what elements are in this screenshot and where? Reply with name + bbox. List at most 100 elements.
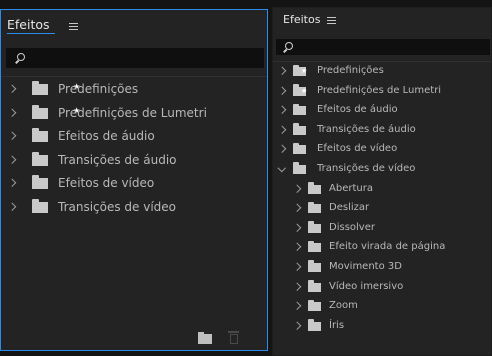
star-icon: ★ bbox=[301, 67, 308, 75]
chevron-right-icon[interactable] bbox=[292, 262, 301, 271]
tree-item-label: Predefinições bbox=[58, 82, 139, 96]
chevron-right-icon[interactable] bbox=[7, 132, 16, 140]
preset-folder-icon: ★ bbox=[32, 104, 80, 119]
chevron-right-icon[interactable] bbox=[277, 66, 286, 75]
tree-item[interactable]: ★ Predefinições bbox=[273, 62, 491, 82]
panel-menu-icon[interactable] bbox=[69, 23, 78, 30]
search-input[interactable] bbox=[6, 48, 264, 68]
tree-item[interactable]: Transições de vídeo bbox=[273, 160, 491, 180]
folder-icon bbox=[293, 123, 306, 135]
preset-folder-icon: ★ bbox=[293, 84, 308, 96]
effects-panel-left: Efeitos ★ Predefinições ★ Predefinições … bbox=[0, 9, 268, 351]
chevron-right-icon[interactable] bbox=[292, 204, 301, 212]
tree-item[interactable]: Efeitos de áudio bbox=[273, 101, 491, 121]
tree-item-efeitos-audio[interactable]: Efeitos de áudio bbox=[1, 125, 267, 149]
folder-icon bbox=[308, 221, 321, 233]
tree-item[interactable]: Vídeo imersivo bbox=[273, 278, 491, 298]
tree-item-label: Transições de áudio bbox=[58, 152, 177, 167]
tree-item-label: Abertura bbox=[329, 182, 373, 194]
chevron-right-icon[interactable] bbox=[292, 243, 301, 251]
panel-menu-icon[interactable] bbox=[327, 17, 336, 24]
tree-item-label: Predefinições de Lumetri bbox=[317, 84, 442, 96]
folder-icon bbox=[308, 299, 321, 312]
folder-icon bbox=[32, 175, 48, 190]
effects-panel-right: Efeitos ★ Predefinições ★ Predefinições de … bbox=[272, 7, 492, 356]
tree-item-label: Predefinições de Lumetri bbox=[58, 105, 207, 120]
tree-item-label: Deslizar bbox=[329, 202, 370, 214]
tree-item-label: Vídeo imersivo bbox=[329, 280, 404, 292]
effects-tree: ★ Predefinições ★ Predefinições de Lumet… bbox=[1, 78, 267, 220]
chevron-right-icon[interactable] bbox=[7, 155, 16, 164]
panel-header: Efeitos bbox=[1, 10, 267, 40]
tree-item[interactable]: Transições de áudio bbox=[273, 121, 491, 141]
tree-item-label: Transições de vídeo bbox=[58, 199, 177, 214]
tree-item[interactable]: ★ Predefinições de Lumetri bbox=[273, 82, 491, 102]
tree-item[interactable]: Zoom bbox=[273, 297, 491, 317]
tree-item-label: Efeito virada de página bbox=[329, 241, 446, 253]
folder-icon bbox=[308, 240, 321, 253]
tree-item-predefinicoes[interactable]: ★ Predefinições bbox=[1, 78, 267, 102]
tree-item-label: Efeitos de áudio bbox=[58, 129, 155, 144]
tree-item-label: Transições de áudio bbox=[317, 123, 416, 135]
tree-item-transicoes-audio[interactable]: Transições de áudio bbox=[1, 149, 267, 173]
new-bin-icon[interactable] bbox=[198, 331, 212, 344]
chevron-down-icon[interactable] bbox=[277, 163, 286, 172]
preset-folder-icon: ★ bbox=[293, 64, 308, 76]
folder-icon bbox=[308, 201, 321, 214]
folder-icon bbox=[32, 198, 48, 213]
tree-item-label: Efeitos de áudio bbox=[317, 104, 398, 116]
tree-item[interactable]: Deslizar bbox=[273, 199, 491, 219]
tree-item[interactable]: Íris bbox=[273, 317, 491, 337]
tree-item-label: Efeitos de vídeo bbox=[317, 143, 398, 155]
effects-tree: ★ Predefinições ★ Predefinições de Lumetri E… bbox=[273, 62, 491, 336]
chevron-right-icon[interactable] bbox=[7, 202, 16, 211]
chevron-right-icon[interactable] bbox=[292, 282, 301, 291]
search-icon bbox=[17, 53, 25, 61]
chevron-right-icon[interactable] bbox=[7, 108, 16, 117]
tree-item[interactable]: Efeitos de vídeo bbox=[273, 140, 491, 160]
chevron-right-icon[interactable] bbox=[277, 106, 286, 114]
chevron-right-icon[interactable] bbox=[7, 84, 16, 93]
tree-item-label: Predefinições bbox=[317, 65, 384, 76]
folder-icon bbox=[293, 142, 306, 155]
chevron-right-icon[interactable] bbox=[292, 223, 301, 232]
tree-item-label: Movimento 3D bbox=[329, 260, 402, 272]
panel-title-tab[interactable]: Efeitos bbox=[283, 13, 320, 26]
chevron-right-icon[interactable] bbox=[277, 125, 286, 134]
search-icon bbox=[285, 42, 293, 50]
folder-icon bbox=[293, 162, 306, 174]
chevron-right-icon[interactable] bbox=[7, 179, 16, 188]
tree-item-label: Dissolver bbox=[329, 221, 375, 233]
tree-item-label: Zoom bbox=[329, 300, 358, 312]
folder-icon bbox=[308, 319, 321, 331]
tree-item[interactable]: Efeito virada de página bbox=[273, 238, 491, 258]
folder-icon bbox=[293, 103, 306, 116]
tree-item-label: Transições de vídeo bbox=[317, 162, 416, 174]
folder-icon bbox=[308, 280, 321, 292]
tree-item-label: Íris bbox=[329, 319, 345, 331]
folder-icon bbox=[308, 260, 321, 272]
tree-item[interactable]: Dissolver bbox=[273, 219, 491, 239]
chevron-right-icon[interactable] bbox=[292, 321, 301, 330]
divider bbox=[1, 76, 267, 77]
tree-item-efeitos-video[interactable]: Efeitos de vídeo bbox=[1, 172, 267, 196]
tree-item-transicoes-video[interactable]: Transições de vídeo bbox=[1, 196, 267, 220]
preset-folder-icon: ★ bbox=[32, 81, 80, 95]
tree-item[interactable]: Movimento 3D bbox=[273, 258, 491, 278]
search-input[interactable] bbox=[276, 39, 490, 55]
folder-icon bbox=[32, 151, 48, 166]
tree-item-label: Efeitos de vídeo bbox=[58, 176, 155, 191]
folder-icon bbox=[308, 182, 321, 194]
chevron-right-icon[interactable] bbox=[277, 86, 286, 95]
trash-icon bbox=[228, 330, 239, 344]
chevron-right-icon[interactable] bbox=[277, 145, 286, 154]
chevron-right-icon[interactable] bbox=[292, 301, 301, 310]
chevron-right-icon[interactable] bbox=[292, 184, 301, 193]
panel-header: Efeitos bbox=[273, 8, 491, 34]
panel-title-tab[interactable]: Efeitos bbox=[7, 17, 50, 32]
tree-item-predefinicoes-lumetri[interactable]: ★ Predefinições de Lumetri bbox=[1, 102, 267, 126]
star-icon: ★ bbox=[301, 86, 308, 95]
tree-item[interactable]: Abertura bbox=[273, 180, 491, 200]
active-tab-underline bbox=[7, 33, 55, 34]
folder-icon bbox=[32, 128, 48, 143]
